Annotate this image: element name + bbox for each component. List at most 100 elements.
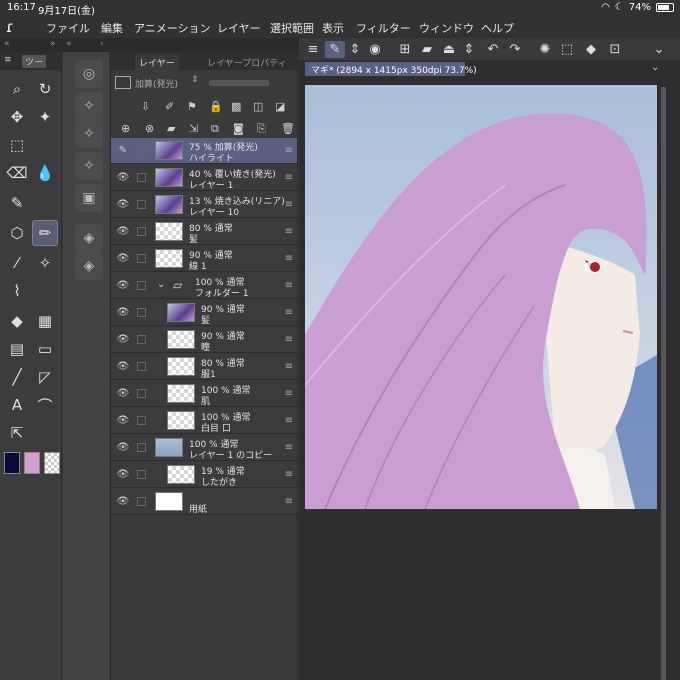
menu-icon[interactable]: ≡ (303, 41, 323, 58)
correct-line-tool-icon[interactable]: ⇱ (4, 420, 30, 446)
layer-lock-checkbox[interactable] (137, 281, 146, 290)
canvas-artwork[interactable] (305, 85, 657, 509)
eye-icon[interactable]: 👁 (116, 253, 130, 264)
reference-layer-icon[interactable]: ⇩ (141, 100, 150, 113)
sub-tool-icon-1[interactable]: ✧ (75, 92, 103, 120)
eye-icon[interactable]: 👁 (116, 199, 130, 210)
layer-menu-icon[interactable]: ≡ (285, 334, 293, 345)
layer-row[interactable]: 👁 100 % 通常肌 ≡ (111, 381, 297, 407)
layer-menu-icon[interactable]: ≡ (285, 307, 293, 318)
menu-icon[interactable]: ≡ (4, 55, 12, 65)
blend-mode-arrows-icon[interactable]: ⇕ (191, 75, 199, 85)
undo-icon[interactable]: ↶ (483, 41, 503, 58)
layer-menu-icon[interactable]: ≡ (285, 442, 293, 453)
combine-icon[interactable]: ⧉ (211, 122, 219, 136)
tab-layer[interactable]: レイヤー (135, 54, 179, 70)
ruler-tool-icon[interactable]: ◸ (32, 364, 58, 390)
eye-icon[interactable]: 👁 (116, 442, 130, 453)
lock-transparent-icon[interactable]: ▩ (231, 100, 241, 113)
layer-menu-icon[interactable]: ≡ (285, 199, 293, 210)
text-tool-icon[interactable]: A (4, 392, 30, 418)
layer-menu-icon[interactable]: ≡ (285, 361, 293, 372)
eye-icon[interactable]: 👁 (116, 172, 130, 183)
layer-row[interactable]: 👁 100 % 通常 白目 口 ≡ (111, 408, 297, 434)
clip-layer-icon[interactable]: ⚑ (187, 100, 197, 113)
layer-lock-checkbox[interactable] (137, 254, 146, 263)
layer-menu-icon[interactable]: ≡ (285, 145, 293, 156)
transfer-down-icon[interactable]: ⇲ (189, 122, 198, 135)
magic-wand-icon[interactable]: ✦ (32, 104, 58, 130)
redo-icon[interactable]: ↷ (505, 41, 525, 58)
layer-lock-checkbox[interactable] (137, 146, 146, 155)
eye-icon[interactable]: 👁 (116, 226, 130, 237)
selection-tool-icon[interactable]: ⬚ (4, 132, 30, 158)
main-color-swatch[interactable] (4, 452, 20, 474)
layer-row[interactable]: ✎ 75 % 加算(発光) ハイライト ≡ (111, 138, 297, 164)
layers-stack-icon-2[interactable]: ◈ (75, 252, 103, 280)
menu-animation[interactable]: アニメーション (134, 20, 211, 36)
app-logo-icon[interactable]: ɾ (6, 18, 26, 36)
pencil-tool-icon[interactable]: ✏ (32, 220, 58, 246)
layer-color-icon[interactable] (115, 76, 131, 89)
mask-add-icon[interactable]: ◙ (233, 122, 244, 135)
balloon-tool-icon[interactable]: ⌒ (32, 392, 58, 418)
layer-lock-checkbox[interactable] (137, 335, 146, 344)
mask-icon[interactable]: ◫ (253, 100, 263, 113)
chevron-down-icon-2[interactable]: ⌄ (651, 62, 659, 73)
layer-lock-checkbox[interactable] (137, 200, 146, 209)
new-doc-icon[interactable]: ⊞ (395, 41, 415, 58)
object-tool-icon[interactable]: ⬡ (4, 220, 30, 246)
mode-icon[interactable]: ◉ (365, 41, 385, 58)
chevron-down-icon[interactable]: ⌄ (649, 41, 669, 58)
collapse-right-icon[interactable]: » (50, 39, 56, 49)
menu-layer[interactable]: レイヤー (217, 20, 261, 36)
eye-icon[interactable]: 👁 (116, 388, 130, 399)
layer-row[interactable]: 👁 13 % 焼き込み(リニア) レイヤー 10 ≡ (111, 192, 297, 218)
line-tool-icon[interactable]: ╱ (4, 364, 30, 390)
menu-edit[interactable]: 編集 (101, 20, 123, 36)
arrows-icon[interactable]: ⇕ (345, 41, 365, 58)
collapse-left-icon-3[interactable]: ‹ (100, 39, 104, 49)
fill-tool-icon[interactable]: ◆ (4, 308, 30, 334)
layer-edit-icon[interactable]: ✎ (325, 41, 345, 58)
tab-layer-property[interactable]: レイヤープロパティ (203, 54, 291, 70)
layer-row[interactable]: 👁 40 % 覆い焼き(発光) レイヤー 1 ≡ (111, 165, 297, 191)
layer-row[interactable]: 👁 19 % 通常 したがき ≡ (111, 462, 297, 488)
layer-lock-checkbox[interactable] (137, 389, 146, 398)
layer-menu-icon[interactable]: ≡ (285, 280, 293, 291)
layer-row[interactable]: 👁 80 % 通常 服1 ≡ (111, 354, 297, 380)
layer-menu-icon[interactable]: ≡ (285, 226, 293, 237)
eyedropper-tool-icon[interactable]: ⁄ (4, 250, 30, 276)
layer-lock-checkbox[interactable] (137, 227, 146, 236)
transparent-color-swatch[interactable] (44, 452, 60, 474)
tool-panel-tab[interactable]: ≡ ツー (0, 52, 61, 70)
layer-lock-checkbox[interactable] (137, 308, 146, 317)
new-folder-icon[interactable]: ▰ (167, 122, 175, 135)
document-tab[interactable]: マギ* (2894 x 1415px 350dpi 73.7%) (305, 62, 477, 76)
open-icon[interactable]: ▰ (417, 41, 437, 58)
blend-tool-icon[interactable]: 💧 (32, 160, 58, 186)
layer-row[interactable]: 👁 100 % 通常 レイヤー 1 のコピー ≡ (111, 435, 297, 461)
eye-icon[interactable]: 👁 (116, 415, 130, 426)
eye-icon[interactable]: 👁 (116, 361, 130, 372)
menu-help[interactable]: ヘルプ (481, 20, 514, 36)
copy-layer-icon[interactable]: ⎘ (257, 122, 266, 136)
sub-tool-icon-4[interactable]: ▣ (75, 184, 103, 212)
eye-icon[interactable]: 👁 (116, 496, 130, 507)
sub-tool-icon-2[interactable]: ✧ (75, 120, 103, 148)
rotate-tool-icon[interactable]: ↻ (32, 76, 58, 102)
layer-menu-icon[interactable]: ≡ (285, 172, 293, 183)
menu-view[interactable]: 表示 (322, 20, 344, 36)
gradient-tool-icon[interactable]: ▤ (4, 336, 30, 362)
layers-stack-icon[interactable]: ◈ (75, 224, 103, 252)
new-raster-layer-icon[interactable]: ⊕ (121, 122, 130, 135)
save-icon[interactable]: ⏏ (439, 41, 459, 58)
opacity-slider[interactable] (209, 80, 269, 86)
eye-icon[interactable]: 👁 (116, 307, 130, 318)
move-tool-icon[interactable]: ✥ (4, 104, 30, 130)
pen-tool-icon[interactable]: ✎ (4, 190, 30, 216)
layer-lock-checkbox[interactable] (137, 497, 146, 506)
layer-lock-checkbox[interactable] (137, 443, 146, 452)
layer-lock-checkbox[interactable] (137, 362, 146, 371)
menu-filter[interactable]: フィルター (356, 20, 411, 36)
